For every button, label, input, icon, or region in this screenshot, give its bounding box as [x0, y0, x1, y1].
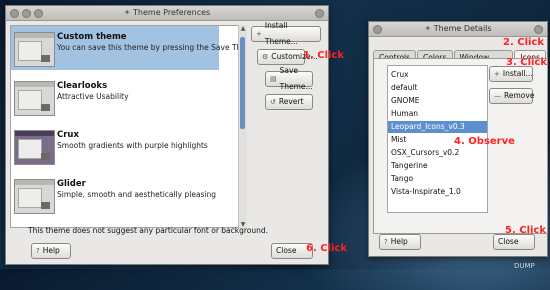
list-item[interactable]: Human: [388, 108, 487, 120]
annotation-step-1: 1. Click: [303, 50, 345, 61]
list-item[interactable]: OSX_Cursors_v0.2: [388, 147, 487, 159]
theme-row-glider[interactable]: Glider Simple, smooth and aesthetically …: [11, 173, 219, 217]
annotation-step-6: 6. Click: [306, 243, 348, 254]
window-menu-button[interactable]: [10, 9, 19, 18]
theme-list[interactable]: Custom theme You can save this theme by …: [10, 25, 242, 228]
annotation-step-5: 5. Click: [505, 225, 547, 236]
theme-thumbnail: [14, 130, 55, 165]
prefs-title: Theme Preferences: [133, 8, 211, 17]
details-titlebar[interactable]: ✦ Theme Details: [369, 22, 547, 37]
list-item[interactable]: Crux: [388, 69, 487, 81]
gear-icon: ⚙: [262, 53, 269, 61]
theme-note: This theme does not suggest any particul…: [28, 226, 269, 235]
theme-name: Glider: [57, 179, 86, 189]
theme-row-crux[interactable]: Crux Smooth gradients with purple highli…: [11, 124, 219, 168]
maximize-button[interactable]: [34, 9, 43, 18]
theme-row-custom[interactable]: Custom theme You can save this theme by …: [11, 26, 241, 70]
theme-desc: Smooth gradients with purple highlights: [57, 141, 208, 150]
revert-icon: ↺: [270, 98, 276, 106]
list-item[interactable]: Tangerine: [388, 160, 487, 172]
theme-thumbnail: [14, 32, 55, 67]
theme-desc: You can save this theme by pressing the …: [57, 43, 242, 52]
theme-row-clearlooks[interactable]: Clearlooks Attractive Usability: [11, 75, 219, 119]
list-item[interactable]: Tango: [388, 173, 487, 185]
minus-icon: —: [494, 92, 501, 100]
list-item[interactable]: default: [388, 82, 487, 94]
minimize-button[interactable]: [22, 9, 31, 18]
details-help-button[interactable]: ? Help: [379, 234, 421, 250]
revert-button[interactable]: ↺ Revert: [265, 94, 313, 110]
theme-name: Crux: [57, 130, 79, 140]
annotation-step-2: 2. Click: [503, 37, 545, 48]
details-close-button[interactable]: Close: [493, 234, 535, 250]
scrollbar-thumb[interactable]: [240, 37, 245, 129]
theme-name: Custom theme: [57, 32, 127, 42]
close-icon[interactable]: [315, 9, 324, 18]
list-item-selected[interactable]: Leopard_Icons_v0.3: [388, 121, 487, 133]
list-item[interactable]: GNOME: [388, 95, 487, 107]
close-icon[interactable]: [534, 25, 543, 34]
help-icon: ?: [36, 247, 40, 255]
window-menu-button[interactable]: [373, 25, 382, 34]
theme-desc: Simple, smooth and aesthetically pleasin…: [57, 190, 217, 199]
plus-icon: +: [256, 30, 262, 38]
remove-icon-button[interactable]: — Remove: [489, 88, 534, 104]
theme-name: Clearlooks: [57, 81, 108, 91]
theme-thumbnail: [14, 81, 55, 116]
app-icon: ✦: [123, 8, 134, 17]
install-icon-button[interactable]: + Install...: [489, 66, 533, 82]
scroll-up-icon[interactable]: ▲: [239, 25, 247, 32]
plus-icon: +: [494, 70, 500, 78]
help-button[interactable]: ? Help: [31, 243, 71, 259]
details-title: Theme Details: [433, 24, 492, 33]
save-theme-button[interactable]: ▤ Save Theme...: [265, 66, 313, 91]
install-theme-button[interactable]: + Install Theme...: [251, 21, 321, 46]
save-icon: ▤: [270, 75, 277, 83]
theme-thumbnail: [14, 179, 55, 214]
annotation-step-4: 4. Observe: [454, 136, 515, 147]
help-icon: ?: [384, 238, 388, 246]
theme-preferences-window: ✦ Theme Preferences Custom theme You can…: [5, 5, 329, 265]
theme-desc: Attractive Usability: [57, 92, 129, 101]
annotation-step-3: 3. Click: [506, 57, 548, 68]
list-item[interactable]: Vista-Inspirate_1.0: [388, 186, 487, 198]
theme-list-scrollbar[interactable]: ▲ ▼: [238, 25, 247, 228]
app-icon: ✦: [424, 24, 434, 33]
